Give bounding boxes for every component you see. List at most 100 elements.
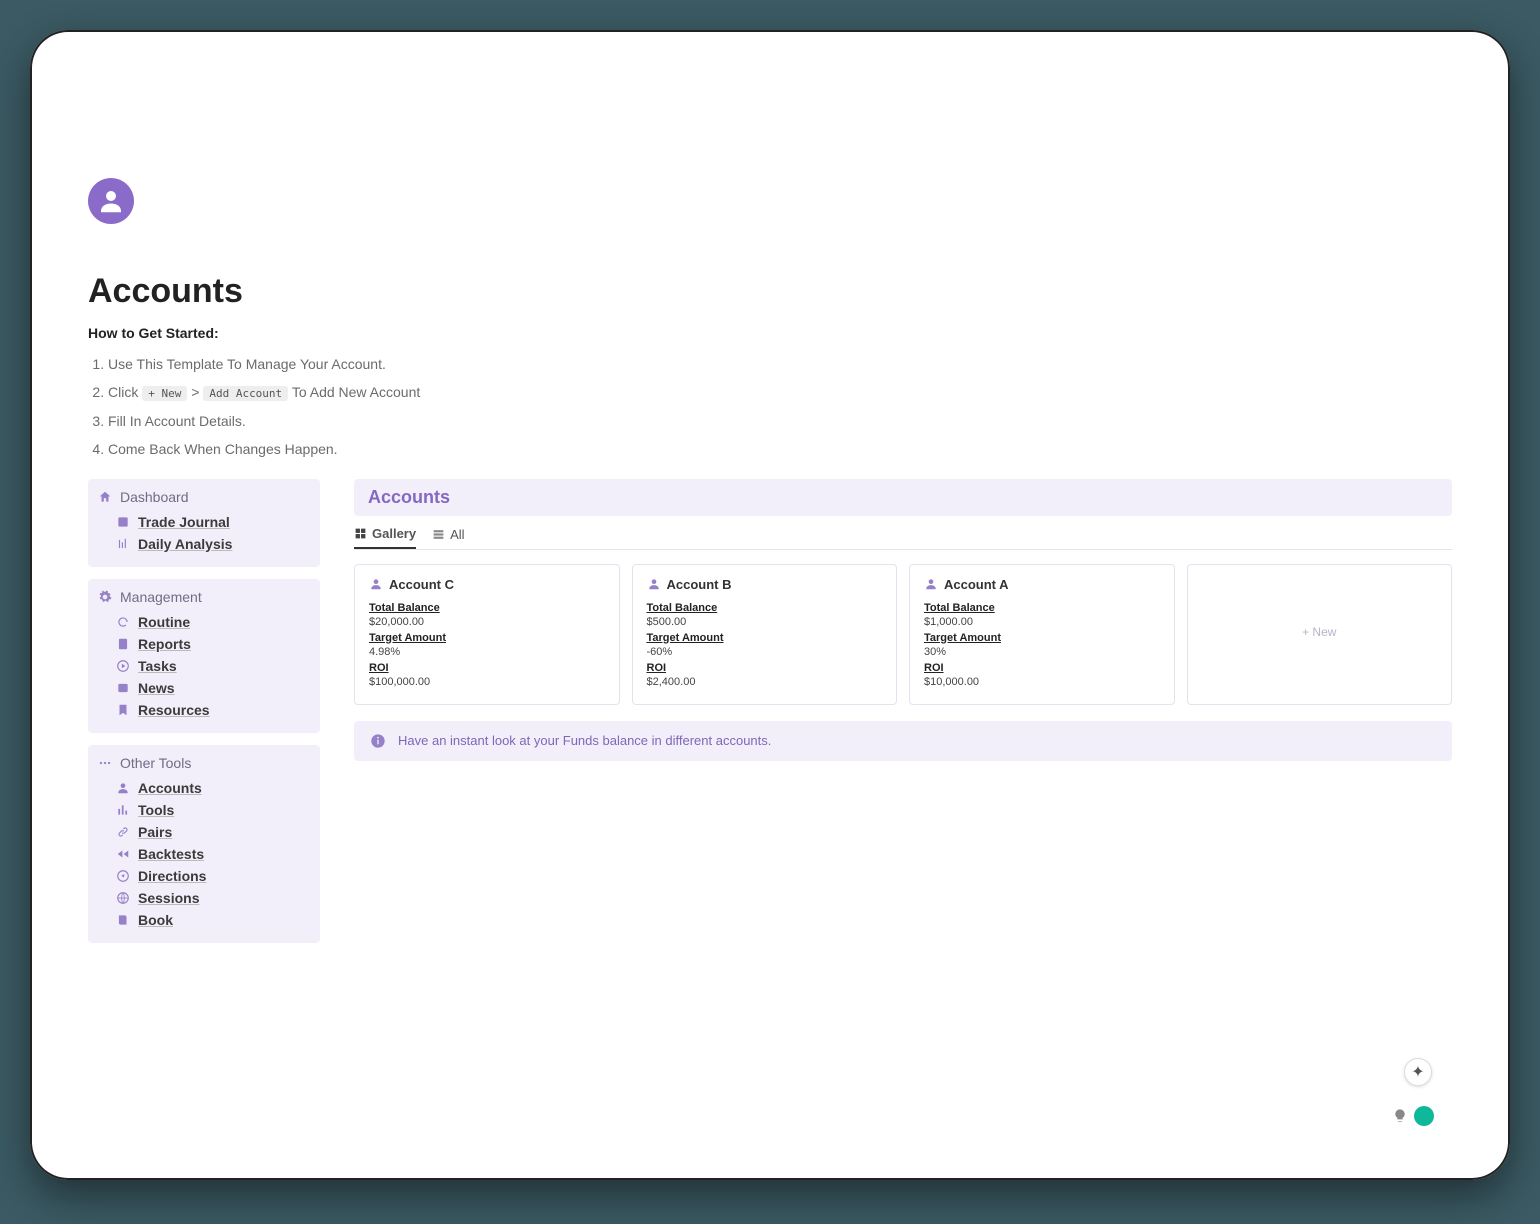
sidebar-group-other-tools: Other Tools Accounts Tools Pairs <box>88 745 320 943</box>
step-4: Come Back When Changes Happen. <box>108 438 1452 460</box>
account-name: Account C <box>389 577 454 592</box>
tablet-frame: Accounts How to Get Started: Use This Te… <box>30 30 1510 1180</box>
sidebar-item-routine[interactable]: Routine <box>98 611 310 633</box>
add-account-pill: Add Account <box>203 386 288 401</box>
sidebar-item-tools[interactable]: Tools <box>98 799 310 821</box>
help-widgets <box>1392 1106 1434 1126</box>
sidebar-group-title: Dashboard <box>120 489 189 505</box>
bookmark-icon <box>116 703 130 717</box>
sidebar-item-label: Resources <box>138 702 210 718</box>
news-icon <box>116 681 130 695</box>
sidebar-item-pairs[interactable]: Pairs <box>98 821 310 843</box>
target-label: Target Amount <box>369 632 605 644</box>
chat-bubble-icon[interactable] <box>1414 1106 1434 1126</box>
sidebar-item-label: Trade Journal <box>138 514 230 530</box>
sidebar-item-book[interactable]: Book <box>98 909 310 931</box>
refresh-icon <box>116 615 130 629</box>
account-card[interactable]: Account C Total Balance $20,000.00 Targe… <box>354 564 620 705</box>
sidebar-item-trade-journal[interactable]: Trade Journal <box>98 511 310 533</box>
tab-gallery-label: Gallery <box>372 526 416 541</box>
step-2-gt: > <box>191 384 199 400</box>
balance-value: $20,000.00 <box>369 616 605 628</box>
person-icon <box>647 577 661 591</box>
sidebar-item-resources[interactable]: Resources <box>98 699 310 721</box>
sidebar-group-header-dashboard: Dashboard <box>98 489 310 505</box>
sidebar-item-tasks[interactable]: Tasks <box>98 655 310 677</box>
globe-icon <box>116 891 130 905</box>
sidebar-item-news[interactable]: News <box>98 677 310 699</box>
step-2-suffix: To Add New Account <box>292 384 420 400</box>
sidebar-item-label: Tasks <box>138 658 177 674</box>
roi-label: ROI <box>369 662 605 674</box>
tab-gallery[interactable]: Gallery <box>354 526 416 549</box>
avatar-icon <box>88 178 134 224</box>
sidebar-item-label: Book <box>138 912 173 928</box>
balance-value: $1,000.00 <box>924 616 1160 628</box>
balance-label: Total Balance <box>924 602 1160 614</box>
tab-all[interactable]: All <box>432 526 464 549</box>
sidebar-group-management: Management Routine Reports Tasks <box>88 579 320 733</box>
info-text: Have an instant look at your Funds balan… <box>398 733 771 748</box>
home-icon <box>98 490 112 504</box>
balance-label: Total Balance <box>647 602 883 614</box>
sidebar-group-title: Management <box>120 589 202 605</box>
view-tabs: Gallery All <box>354 526 1452 550</box>
sidebar-group-dashboard: Dashboard Trade Journal Daily Analysis <box>88 479 320 567</box>
gear-icon <box>98 590 112 604</box>
sidebar-item-backtests[interactable]: Backtests <box>98 843 310 865</box>
sidebar-item-daily-analysis[interactable]: Daily Analysis <box>98 533 310 555</box>
lightbulb-icon[interactable] <box>1392 1108 1408 1124</box>
person-icon <box>116 781 130 795</box>
balance-label: Total Balance <box>369 602 605 614</box>
target-label: Target Amount <box>647 632 883 644</box>
balance-value: $500.00 <box>647 616 883 628</box>
sidebar-item-label: Directions <box>138 868 206 884</box>
floating-add-button[interactable]: ✦ <box>1404 1058 1432 1086</box>
sidebar-item-label: Accounts <box>138 780 202 796</box>
tab-all-label: All <box>450 527 464 542</box>
compass-icon <box>116 869 130 883</box>
link-icon <box>116 825 130 839</box>
sidebar-item-reports[interactable]: Reports <box>98 633 310 655</box>
target-value: 4.98% <box>369 646 605 658</box>
roi-label: ROI <box>924 662 1160 674</box>
sidebar-item-label: Pairs <box>138 824 172 840</box>
account-card[interactable]: Account A Total Balance $1,000.00 Target… <box>909 564 1175 705</box>
new-account-card[interactable]: + New <box>1187 564 1453 705</box>
content-row: Dashboard Trade Journal Daily Analysis <box>88 479 1452 943</box>
journal-icon <box>116 515 130 529</box>
sidebar-group-header-management: Management <box>98 589 310 605</box>
dots-icon <box>98 756 112 770</box>
account-card[interactable]: Account B Total Balance $500.00 Target A… <box>632 564 898 705</box>
step-2-prefix: Click <box>108 384 138 400</box>
screen: Accounts How to Get Started: Use This Te… <box>88 68 1452 1142</box>
sidebar-item-label: Sessions <box>138 890 199 906</box>
sidebar-item-label: Backtests <box>138 846 204 862</box>
person-icon <box>369 577 383 591</box>
info-banner: Have an instant look at your Funds balan… <box>354 721 1452 761</box>
sidebar-item-label: Routine <box>138 614 190 630</box>
sidebar: Dashboard Trade Journal Daily Analysis <box>88 479 320 943</box>
sidebar-item-label: Tools <box>138 802 174 818</box>
target-value: -60% <box>647 646 883 658</box>
new-card-label: + New <box>1302 625 1336 639</box>
card-header: Account C <box>369 577 605 592</box>
info-icon <box>370 733 386 749</box>
sidebar-item-accounts[interactable]: Accounts <box>98 777 310 799</box>
tasks-icon <box>116 659 130 673</box>
how-to-heading: How to Get Started: <box>88 325 1452 341</box>
card-header: Account A <box>924 577 1160 592</box>
book-icon <box>116 913 130 927</box>
step-2: Click + New > Add Account To Add New Acc… <box>108 381 1452 403</box>
analysis-icon <box>116 537 130 551</box>
sidebar-group-title: Other Tools <box>120 755 191 771</box>
sidebar-item-directions[interactable]: Directions <box>98 865 310 887</box>
gallery-icon <box>354 527 367 540</box>
rewind-icon <box>116 847 130 861</box>
card-header: Account B <box>647 577 883 592</box>
onboarding-steps: Use This Template To Manage Your Account… <box>88 353 1452 461</box>
sidebar-item-sessions[interactable]: Sessions <box>98 887 310 909</box>
page-content: Accounts How to Get Started: Use This Te… <box>88 68 1452 943</box>
sidebar-item-label: News <box>138 680 175 696</box>
roi-label: ROI <box>647 662 883 674</box>
